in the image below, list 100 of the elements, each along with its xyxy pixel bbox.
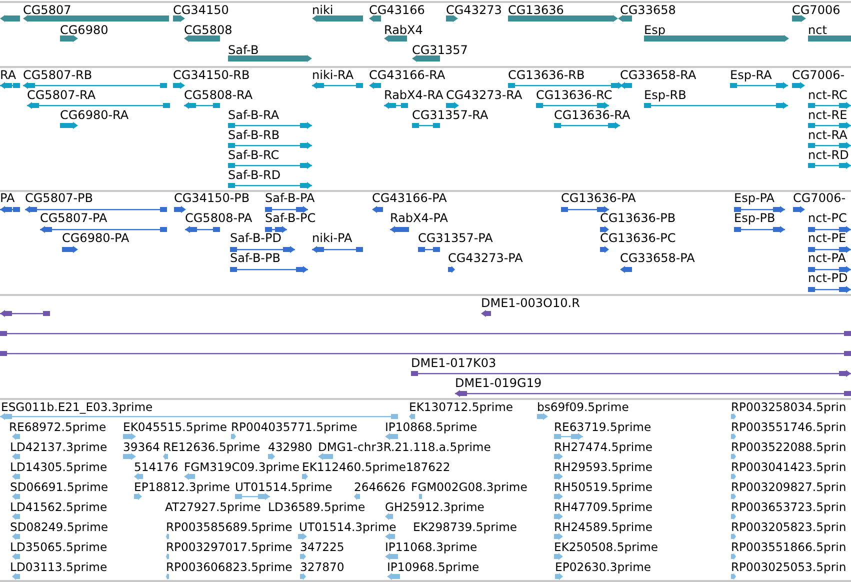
feature-glyph[interactable] <box>481 310 491 316</box>
feature-glyph[interactable] <box>808 102 851 108</box>
feature-label: nct-PA <box>808 251 846 265</box>
feature-label: CG7006 <box>792 3 840 17</box>
feature-glyph[interactable] <box>446 102 459 108</box>
feature-glyph[interactable] <box>620 82 632 88</box>
feature-label: Esp-PA <box>734 191 774 205</box>
feature-label: RE63719.5prime <box>554 420 652 434</box>
feature-glyph[interactable] <box>0 350 851 356</box>
feature-glyph[interactable] <box>312 246 363 252</box>
feature-glyph[interactable] <box>508 15 618 22</box>
feature-glyph[interactable] <box>808 162 851 168</box>
feature-label: Esp-RB <box>644 88 686 102</box>
feature-label: EP02630.3prime <box>555 560 652 574</box>
feature-glyph[interactable] <box>808 122 851 128</box>
feature-glyph[interactable] <box>418 246 440 252</box>
feature-glyph[interactable] <box>0 82 20 88</box>
feature-label: CG43273-RA <box>446 88 522 102</box>
feature-glyph[interactable] <box>0 330 851 336</box>
feature-glyph[interactable] <box>230 266 308 272</box>
feature-glyph[interactable] <box>25 206 167 212</box>
feature-glyph[interactable] <box>185 226 220 232</box>
feature-glyph[interactable] <box>228 182 312 188</box>
feature-glyph[interactable] <box>40 226 167 232</box>
feature-glyph[interactable] <box>0 15 20 22</box>
feature-glyph[interactable] <box>230 246 295 252</box>
feature-glyph[interactable] <box>808 286 851 292</box>
feature-glyph[interactable] <box>62 246 78 252</box>
feature-glyph[interactable] <box>792 15 806 22</box>
feature-label: 514176 <box>134 460 178 474</box>
feature-label: nct-RE <box>808 108 848 122</box>
feature-glyph[interactable] <box>60 122 78 128</box>
feature-glyph[interactable] <box>0 310 50 316</box>
feature-label: IP11068.3prime <box>385 540 478 554</box>
feature-label: Esp <box>644 23 666 37</box>
feature-label: RP003551866.5prin <box>731 540 846 554</box>
feature-glyph[interactable] <box>228 162 312 168</box>
feature-glyph[interactable] <box>793 206 805 212</box>
feature-glyph[interactable] <box>228 55 312 62</box>
feature-glyph[interactable] <box>808 35 851 42</box>
feature-label: CG43166 <box>369 3 425 17</box>
feature-label: RabX4-PA <box>390 211 448 225</box>
feature-label: 432980 <box>268 440 312 454</box>
feature-label: IP10968.5prime <box>387 560 480 574</box>
feature-glyph[interactable] <box>412 122 440 128</box>
feature-glyph[interactable] <box>228 122 312 128</box>
feature-glyph[interactable] <box>265 206 308 212</box>
feature-glyph[interactable] <box>792 82 805 88</box>
feature-glyph[interactable] <box>508 82 623 88</box>
feature-glyph[interactable] <box>448 266 455 272</box>
feature-glyph[interactable] <box>27 102 170 108</box>
feature-label: CG6980-PA <box>62 231 130 245</box>
feature-label: RH50519.5prime <box>554 480 652 494</box>
feature-glyph[interactable] <box>600 226 609 232</box>
feature-glyph[interactable] <box>312 82 363 88</box>
feature-glyph[interactable] <box>808 266 851 272</box>
feature-glyph[interactable] <box>184 102 220 108</box>
feature-label: RH24589.5prime <box>554 520 652 534</box>
feature-glyph[interactable] <box>372 206 383 212</box>
feature-glyph[interactable] <box>734 226 785 232</box>
feature-glyph[interactable] <box>412 55 440 62</box>
feature-glyph[interactable] <box>265 226 287 232</box>
feature-glyph[interactable] <box>384 102 408 108</box>
feature-label: CG33658-RA <box>620 68 696 82</box>
feature-glyph[interactable] <box>644 102 788 108</box>
feature-glyph[interactable] <box>411 370 851 376</box>
feature-label: bs69f09.5prime <box>537 400 629 414</box>
feature-glyph[interactable] <box>600 246 609 252</box>
feature-glyph[interactable] <box>23 82 167 88</box>
feature-glyph[interactable] <box>312 15 363 22</box>
feature-glyph[interactable] <box>620 266 632 272</box>
feature-label: DME1-003O10.R <box>481 296 580 310</box>
feature-glyph[interactable] <box>390 226 409 232</box>
feature-glyph[interactable] <box>174 206 186 212</box>
feature-glyph[interactable] <box>369 82 381 88</box>
feature-glyph[interactable] <box>173 15 185 22</box>
feature-label: RP003258034.5prin <box>731 400 846 414</box>
feature-glyph[interactable] <box>618 15 632 22</box>
feature-glyph[interactable] <box>173 82 185 88</box>
feature-glyph[interactable] <box>369 15 381 22</box>
feature-glyph[interactable] <box>644 35 789 42</box>
feature-glyph[interactable] <box>554 122 620 128</box>
feature-glyph[interactable] <box>60 35 78 42</box>
feature-glyph[interactable] <box>808 246 851 252</box>
feature-glyph[interactable] <box>384 35 407 42</box>
feature-glyph[interactable] <box>446 15 458 22</box>
feature-glyph[interactable] <box>561 206 609 212</box>
feature-glyph[interactable] <box>23 15 169 22</box>
feature-glyph[interactable] <box>0 206 20 212</box>
feature-label: CG5808 <box>184 23 232 37</box>
feature-glyph[interactable] <box>730 82 788 88</box>
feature-glyph[interactable] <box>808 142 851 148</box>
feature-glyph[interactable] <box>455 390 851 396</box>
feature-glyph[interactable] <box>808 226 851 232</box>
feature-glyph[interactable] <box>228 142 312 148</box>
feature-glyph[interactable] <box>734 206 785 212</box>
feature-label: CG33658 <box>620 3 676 17</box>
feature-glyph[interactable] <box>184 35 220 42</box>
feature-label: GH25912.3prime <box>385 500 484 514</box>
feature-glyph[interactable] <box>536 102 609 108</box>
